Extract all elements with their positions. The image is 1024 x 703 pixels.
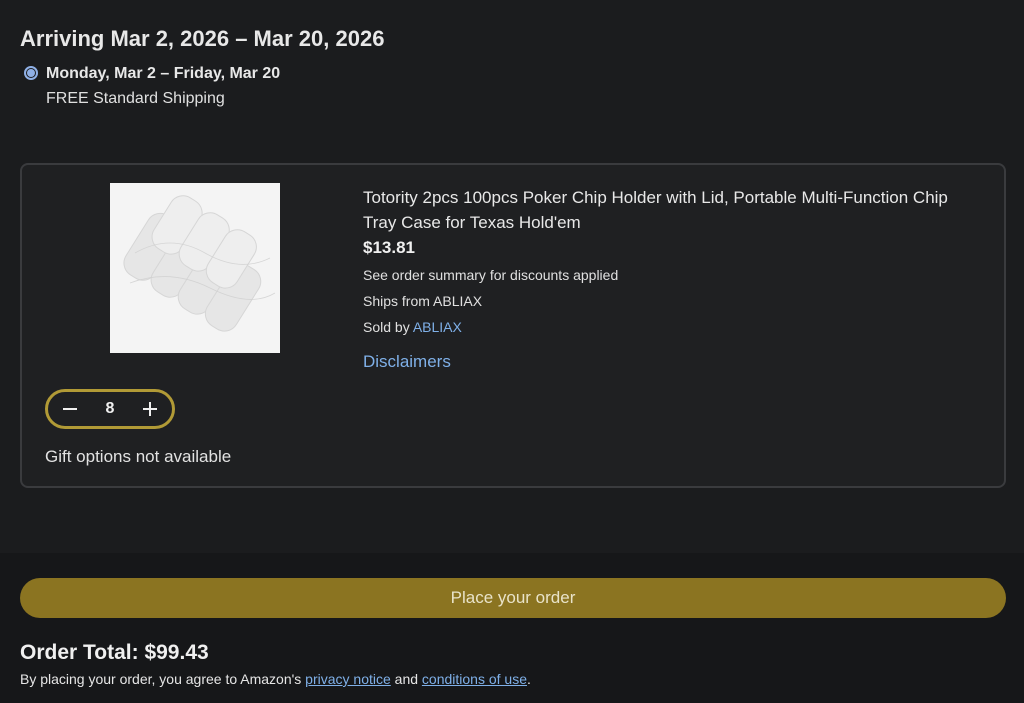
privacy-notice-link[interactable]: privacy notice — [305, 671, 391, 687]
product-image[interactable] — [110, 183, 280, 353]
agreement-text: By placing your order, you agree to Amaz… — [20, 671, 531, 687]
shipping-option[interactable]: Monday, Mar 2 – Friday, Mar 20 FREE Stan… — [24, 64, 280, 109]
quantity-stepper[interactable]: 8 — [45, 389, 175, 429]
sold-by-label: Sold by — [363, 319, 413, 335]
disclaimers-link[interactable]: Disclaimers — [363, 352, 973, 372]
agree-and: and — [390, 671, 422, 687]
place-order-button[interactable]: Place your order — [20, 578, 1006, 618]
minus-icon[interactable] — [60, 399, 80, 419]
shipping-dates: Monday, Mar 2 – Friday, Mar 20 — [46, 65, 281, 82]
sold-by: Sold by ABLIAX — [363, 318, 973, 336]
delivery-section: Arriving Mar 2, 2026 – Mar 20, 2026 Mond… — [0, 0, 1024, 553]
agree-prefix: By placing your order, you agree to Amaz… — [20, 671, 306, 687]
item-details: Totority 2pcs 100pcs Poker Chip Holder w… — [363, 185, 973, 372]
item-card: 8 Gift options not available Totority 2p… — [20, 163, 1006, 488]
shipping-method: FREE Standard Shipping — [46, 90, 225, 107]
shipping-option-text: Monday, Mar 2 – Friday, Mar 20 FREE Stan… — [46, 64, 280, 109]
seller-link[interactable]: ABLIAX — [413, 319, 462, 335]
arrival-heading: Arriving Mar 2, 2026 – Mar 20, 2026 — [20, 26, 385, 51]
discount-note: See order summary for discounts applied — [363, 267, 619, 283]
gift-options-note: Gift options not available — [45, 447, 232, 466]
plus-icon[interactable] — [140, 399, 160, 419]
conditions-of-use-link[interactable]: conditions of use — [422, 671, 527, 687]
chip-tray-illustration — [110, 183, 280, 353]
order-footer: Place your order Order Total: $99.43 By … — [0, 553, 1024, 703]
product-title[interactable]: Totority 2pcs 100pcs Poker Chip Holder w… — [363, 185, 973, 235]
order-total: Order Total: $99.43 — [20, 641, 209, 664]
product-price: $13.81 — [363, 238, 415, 257]
ships-from: Ships from ABLIAX — [363, 293, 483, 309]
radio-selected-icon[interactable] — [24, 66, 38, 80]
agree-suffix: . — [526, 671, 531, 687]
radio-dot — [27, 69, 35, 77]
quantity-value: 8 — [105, 400, 115, 417]
